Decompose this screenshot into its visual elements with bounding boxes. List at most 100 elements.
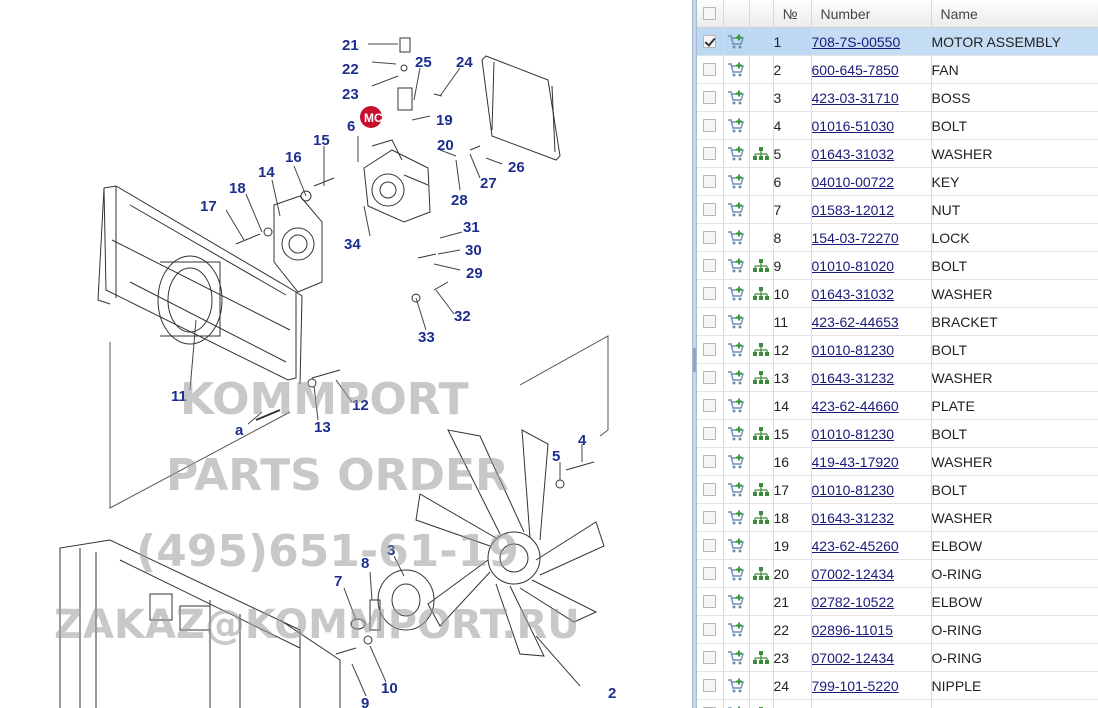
row-select-cell[interactable] (697, 335, 724, 364)
add-to-cart-button[interactable] (723, 363, 750, 392)
callout-label[interactable]: 33 (418, 329, 435, 346)
row-checkbox[interactable] (703, 623, 717, 636)
part-number-link[interactable]: 423-62-44653 (812, 314, 899, 330)
row-select-cell[interactable] (697, 251, 724, 280)
add-to-cart-button[interactable] (723, 587, 750, 616)
row-checkbox[interactable] (703, 203, 717, 216)
part-number-link[interactable]: 419-43-17920 (812, 454, 899, 470)
table-row[interactable]: 6 04010-00722 KEY (697, 167, 1098, 196)
column-header-name[interactable]: Name (931, 0, 1098, 28)
part-number-link[interactable]: 01583-12012 (812, 202, 895, 218)
table-row[interactable]: 24 799-101-5220 NIPPLE (697, 671, 1098, 700)
row-select-cell[interactable] (697, 55, 724, 84)
table-row[interactable]: 11 423-62-44653 BRACKET (697, 307, 1098, 336)
tree-cell[interactable] (749, 363, 774, 392)
row-select-cell[interactable] (697, 27, 724, 56)
add-to-cart-button[interactable] (723, 335, 750, 364)
callout-label[interactable]: 23 (342, 86, 359, 103)
callout-label[interactable]: 24 (456, 54, 473, 71)
tree-cell[interactable] (749, 475, 774, 504)
cart-add-icon[interactable] (724, 34, 749, 50)
part-number-link[interactable]: 04010-00722 (812, 174, 895, 190)
callout-label[interactable]: 28 (451, 192, 468, 209)
row-select-cell[interactable] (697, 195, 724, 224)
cart-add-icon[interactable] (724, 286, 749, 302)
mc-marker-icon[interactable]: MC (360, 106, 383, 128)
row-select-cell[interactable] (697, 643, 724, 672)
add-to-cart-button[interactable] (723, 671, 750, 700)
add-to-cart-button[interactable] (723, 615, 750, 644)
tree-cell[interactable] (749, 251, 774, 280)
row-select-cell[interactable] (697, 111, 724, 140)
row-checkbox[interactable] (703, 35, 717, 48)
table-row[interactable]: 15 01010-81230 BOLT (697, 419, 1098, 448)
callout-label[interactable]: 32 (454, 308, 471, 325)
tree-structure-icon[interactable] (750, 510, 773, 525)
add-to-cart-button[interactable] (723, 419, 750, 448)
callout-label[interactable]: 10 (381, 680, 398, 697)
row-select-cell[interactable] (697, 559, 724, 588)
table-row[interactable]: 20 07002-12434 O-RING (697, 559, 1098, 588)
row-checkbox[interactable] (703, 119, 717, 132)
table-row[interactable]: 5 01643-31032 WASHER (697, 139, 1098, 168)
row-checkbox[interactable] (703, 259, 717, 272)
cart-add-icon[interactable] (724, 678, 749, 694)
add-to-cart-button[interactable] (723, 559, 750, 588)
add-to-cart-button[interactable] (723, 55, 750, 84)
row-checkbox[interactable] (703, 483, 717, 496)
cart-add-icon[interactable] (724, 62, 749, 78)
table-row[interactable]: 12 01010-81230 BOLT (697, 335, 1098, 364)
tree-structure-icon[interactable] (750, 258, 773, 273)
part-number-link[interactable]: 708-7S-00550 (812, 34, 901, 50)
cart-add-icon[interactable] (724, 370, 749, 386)
tree-structure-icon[interactable] (750, 286, 773, 301)
tree-cell[interactable] (749, 139, 774, 168)
callout-label[interactable]: 14 (258, 164, 275, 181)
cart-add-icon[interactable] (724, 622, 749, 638)
callout-label[interactable]: 34 (344, 236, 361, 253)
part-number-link[interactable]: 799-101-5220 (812, 678, 899, 694)
table-row[interactable]: 18 01643-31232 WASHER (697, 503, 1098, 532)
table-row[interactable]: 3 423-03-31710 BOSS (697, 83, 1098, 112)
callout-label[interactable]: 6 (347, 118, 355, 135)
row-select-cell[interactable] (697, 223, 724, 252)
table-row[interactable]: 2 600-645-7850 FAN (697, 55, 1098, 84)
part-number-link[interactable]: 01016-51030 (812, 118, 895, 134)
add-to-cart-button[interactable] (723, 475, 750, 504)
cart-add-icon[interactable] (724, 314, 749, 330)
tree-structure-icon[interactable] (750, 482, 773, 497)
cart-add-icon[interactable] (724, 258, 749, 274)
part-number-link[interactable]: 423-62-45260 (812, 538, 899, 554)
cart-add-icon[interactable] (724, 90, 749, 106)
callout-label[interactable]: 25 (415, 54, 432, 71)
row-select-cell[interactable] (697, 475, 724, 504)
cart-add-icon[interactable] (724, 230, 749, 246)
row-checkbox[interactable] (703, 399, 717, 412)
part-number-link[interactable]: 01643-31032 (812, 146, 895, 162)
row-checkbox[interactable] (703, 539, 717, 552)
select-all-checkbox[interactable] (703, 7, 717, 20)
row-select-cell[interactable] (697, 447, 724, 476)
cart-add-icon[interactable] (724, 118, 749, 134)
tree-cell[interactable] (749, 419, 774, 448)
add-to-cart-button[interactable] (723, 27, 750, 56)
tree-cell[interactable] (749, 699, 774, 708)
row-checkbox[interactable] (703, 595, 717, 608)
tree-structure-icon[interactable] (750, 426, 773, 441)
add-to-cart-button[interactable] (723, 699, 750, 708)
row-select-cell[interactable] (697, 531, 724, 560)
callout-label[interactable]: 18 (229, 180, 246, 197)
part-number-link[interactable]: 01010-81230 (812, 482, 895, 498)
table-row[interactable]: 1 708-7S-00550 MOTOR ASSEMBLY (697, 27, 1098, 56)
part-number-link[interactable]: 01643-31032 (812, 286, 895, 302)
tree-cell[interactable] (749, 279, 774, 308)
cart-add-icon[interactable] (724, 342, 749, 358)
add-to-cart-button[interactable] (723, 531, 750, 560)
cart-add-icon[interactable] (724, 510, 749, 526)
callout-label[interactable]: 5 (552, 448, 560, 465)
part-number-link[interactable]: 01643-31232 (812, 370, 895, 386)
callout-label[interactable]: 9 (361, 695, 369, 708)
part-number-link[interactable]: 07002-12434 (812, 566, 895, 582)
row-checkbox[interactable] (703, 287, 717, 300)
row-checkbox[interactable] (703, 343, 717, 356)
